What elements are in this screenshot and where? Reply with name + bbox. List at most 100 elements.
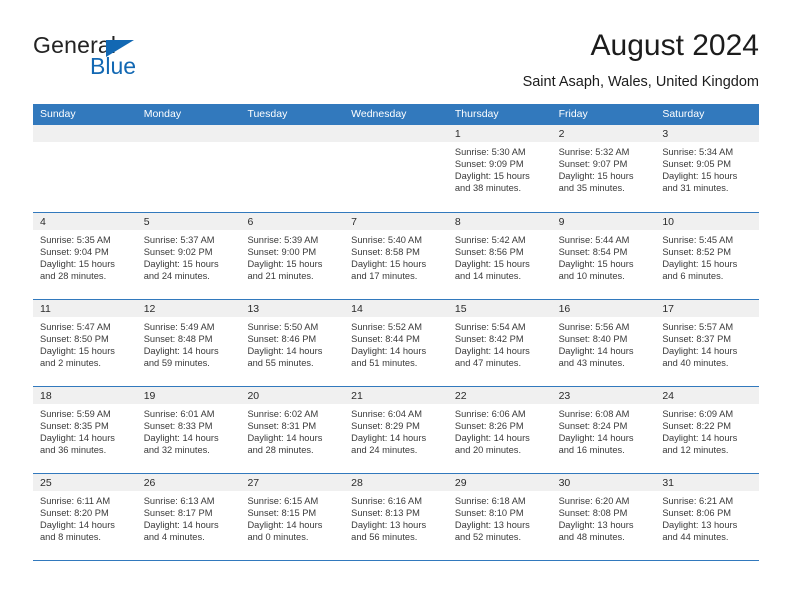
sunrise-text: Sunrise: 6:11 AM	[40, 496, 111, 506]
sunrise-text: Sunrise: 6:09 AM	[662, 409, 734, 419]
day-cell[interactable]: 8 Sunrise: 5:42 AM Sunset: 8:56 PM Dayli…	[447, 213, 552, 299]
daylight-text-line2: and 48 minutes.	[558, 532, 625, 543]
day-cell[interactable]: 9 Sunrise: 5:44 AM Sunset: 8:54 PM Dayli…	[551, 213, 656, 299]
day-details: Sunrise: 5:34 AM Sunset: 9:05 PM Dayligh…	[655, 142, 759, 194]
day-cell[interactable]: 10 Sunrise: 5:45 AM Sunset: 8:52 PM Dayl…	[655, 213, 760, 299]
day-details: Sunrise: 6:04 AM Sunset: 8:29 PM Dayligh…	[344, 404, 448, 456]
sunrise-text: Sunrise: 6:01 AM	[143, 409, 215, 419]
day-cell[interactable]: 23 Sunrise: 6:08 AM Sunset: 8:24 PM Dayl…	[551, 387, 656, 473]
daylight-text-line2: and 55 minutes.	[247, 358, 314, 369]
day-number: 2	[551, 125, 656, 142]
week-row: 18 Sunrise: 5:59 AM Sunset: 8:35 PM Dayl…	[33, 386, 760, 473]
daylight-text-line1: Daylight: 14 hours	[247, 433, 323, 444]
day-cell[interactable]: 3 Sunrise: 5:34 AM Sunset: 9:05 PM Dayli…	[655, 125, 760, 212]
day-cell[interactable]: 26 Sunrise: 6:13 AM Sunset: 8:17 PM Dayl…	[136, 474, 241, 560]
daylight-text-line2: and 56 minutes.	[351, 532, 418, 543]
daylight-text-line2: and 51 minutes.	[351, 358, 418, 369]
daylight-text-line1: Daylight: 14 hours	[143, 433, 219, 444]
day-cell[interactable]: 30 Sunrise: 6:20 AM Sunset: 8:08 PM Dayl…	[551, 474, 656, 560]
day-cell[interactable]: 29 Sunrise: 6:18 AM Sunset: 8:10 PM Dayl…	[447, 474, 552, 560]
daylight-text-line1: Daylight: 15 hours	[247, 259, 323, 270]
daylight-text-line1: Daylight: 14 hours	[247, 520, 323, 531]
day-number: 22	[447, 387, 552, 404]
daylight-text-line1: Daylight: 15 hours	[558, 171, 634, 182]
day-cell[interactable]: 22 Sunrise: 6:06 AM Sunset: 8:26 PM Dayl…	[447, 387, 552, 473]
day-cell[interactable]: 4 Sunrise: 5:35 AM Sunset: 9:04 PM Dayli…	[33, 213, 137, 299]
day-cell[interactable]: 7 Sunrise: 5:40 AM Sunset: 8:58 PM Dayli…	[344, 213, 448, 299]
weekday-header-sunday: Sunday	[40, 108, 76, 120]
sunrise-text: Sunrise: 5:44 AM	[558, 235, 630, 245]
sunset-text: Sunset: 8:48 PM	[143, 334, 213, 345]
day-cell[interactable]: 25 Sunrise: 6:11 AM Sunset: 8:20 PM Dayl…	[33, 474, 137, 560]
day-cell[interactable]: 17 Sunrise: 5:57 AM Sunset: 8:37 PM Dayl…	[655, 300, 760, 386]
day-details: Sunrise: 6:18 AM Sunset: 8:10 PM Dayligh…	[448, 491, 552, 543]
day-cell[interactable]: 20 Sunrise: 6:02 AM Sunset: 8:31 PM Dayl…	[240, 387, 345, 473]
day-details: Sunrise: 6:15 AM Sunset: 8:15 PM Dayligh…	[240, 491, 344, 543]
day-cell[interactable]	[240, 125, 345, 212]
day-details: Sunrise: 5:44 AM Sunset: 8:54 PM Dayligh…	[552, 230, 656, 282]
day-cell[interactable]: 13 Sunrise: 5:50 AM Sunset: 8:46 PM Dayl…	[240, 300, 345, 386]
daylight-text-line2: and 35 minutes.	[558, 183, 625, 194]
day-cell[interactable]: 31 Sunrise: 6:21 AM Sunset: 8:06 PM Dayl…	[655, 474, 760, 560]
daylight-text-line2: and 10 minutes.	[558, 271, 625, 282]
daylight-text-line2: and 6 minutes.	[662, 271, 724, 282]
day-cell[interactable]: 28 Sunrise: 6:16 AM Sunset: 8:13 PM Dayl…	[344, 474, 448, 560]
day-cell[interactable]: 5 Sunrise: 5:37 AM Sunset: 9:02 PM Dayli…	[136, 213, 241, 299]
daylight-text-line2: and 0 minutes.	[247, 532, 309, 543]
day-cell[interactable]: 12 Sunrise: 5:49 AM Sunset: 8:48 PM Dayl…	[136, 300, 241, 386]
sunset-text: Sunset: 8:13 PM	[351, 508, 420, 519]
day-cell[interactable]: 11 Sunrise: 5:47 AM Sunset: 8:50 PM Dayl…	[33, 300, 137, 386]
day-cell[interactable]: 6 Sunrise: 5:39 AM Sunset: 9:00 PM Dayli…	[240, 213, 345, 299]
day-number: 15	[447, 300, 552, 317]
day-cell[interactable]: 24 Sunrise: 6:09 AM Sunset: 8:22 PM Dayl…	[655, 387, 760, 473]
sunset-text: Sunset: 8:17 PM	[143, 508, 213, 519]
weekday-header-thursday: Thursday	[454, 108, 499, 120]
sunset-text: Sunset: 9:07 PM	[558, 159, 628, 170]
day-details: Sunrise: 6:02 AM Sunset: 8:31 PM Dayligh…	[240, 404, 344, 456]
daylight-text-line1: Daylight: 13 hours	[454, 520, 530, 531]
day-number: 4	[33, 213, 137, 230]
day-cell[interactable]: 19 Sunrise: 6:01 AM Sunset: 8:33 PM Dayl…	[136, 387, 241, 473]
day-number: 1	[447, 125, 552, 142]
sunrise-text: Sunrise: 6:18 AM	[454, 496, 526, 506]
day-cell[interactable]	[344, 125, 448, 212]
day-details: Sunrise: 5:56 AM Sunset: 8:40 PM Dayligh…	[552, 317, 656, 369]
daylight-text-line1: Daylight: 15 hours	[454, 171, 530, 182]
sunset-text: Sunset: 9:09 PM	[454, 159, 524, 170]
daylight-text-line2: and 14 minutes.	[454, 271, 522, 282]
day-number	[136, 125, 241, 142]
sunset-text: Sunset: 8:15 PM	[247, 508, 317, 519]
weekday-header-row: Sunday Monday Tuesday Wednesday Thursday…	[33, 104, 759, 125]
sunrise-text: Sunrise: 6:16 AM	[351, 496, 422, 506]
sunrise-text: Sunrise: 5:59 AM	[40, 409, 111, 419]
weekday-header-wednesday: Wednesday	[351, 108, 407, 120]
day-cell[interactable]: 14 Sunrise: 5:52 AM Sunset: 8:44 PM Dayl…	[344, 300, 448, 386]
day-number: 21	[344, 387, 448, 404]
daylight-text-line2: and 2 minutes.	[40, 358, 101, 369]
daylight-text-line1: Daylight: 15 hours	[662, 171, 738, 182]
day-details: Sunrise: 5:50 AM Sunset: 8:46 PM Dayligh…	[240, 317, 344, 369]
day-number: 23	[551, 387, 656, 404]
sunset-text: Sunset: 8:46 PM	[247, 334, 317, 345]
day-cell[interactable]	[136, 125, 241, 212]
day-cell[interactable]: 15 Sunrise: 5:54 AM Sunset: 8:42 PM Dayl…	[447, 300, 552, 386]
sunrise-text: Sunrise: 5:49 AM	[143, 322, 215, 332]
day-cell[interactable]: 2 Sunrise: 5:32 AM Sunset: 9:07 PM Dayli…	[551, 125, 656, 212]
day-cell[interactable]	[33, 125, 137, 212]
daylight-text-line1: Daylight: 14 hours	[454, 433, 530, 444]
daylight-text-line2: and 21 minutes.	[247, 271, 314, 282]
general-blue-logo[interactable]: General Blue	[33, 32, 243, 94]
daylight-text-line1: Daylight: 13 hours	[558, 520, 634, 531]
daylight-text-line1: Daylight: 13 hours	[351, 520, 427, 531]
sunset-text: Sunset: 8:58 PM	[351, 247, 420, 258]
day-cell[interactable]: 27 Sunrise: 6:15 AM Sunset: 8:15 PM Dayl…	[240, 474, 345, 560]
day-cell[interactable]: 21 Sunrise: 6:04 AM Sunset: 8:29 PM Dayl…	[344, 387, 448, 473]
day-cell[interactable]: 1 Sunrise: 5:30 AM Sunset: 9:09 PM Dayli…	[447, 125, 552, 212]
day-cell[interactable]: 18 Sunrise: 5:59 AM Sunset: 8:35 PM Dayl…	[33, 387, 137, 473]
week-row: 4 Sunrise: 5:35 AM Sunset: 9:04 PM Dayli…	[33, 212, 760, 299]
day-number: 17	[655, 300, 760, 317]
daylight-text-line1: Daylight: 14 hours	[454, 346, 530, 357]
sunset-text: Sunset: 8:08 PM	[558, 508, 628, 519]
day-cell[interactable]: 16 Sunrise: 5:56 AM Sunset: 8:40 PM Dayl…	[551, 300, 656, 386]
daylight-text-line2: and 44 minutes.	[662, 532, 729, 543]
